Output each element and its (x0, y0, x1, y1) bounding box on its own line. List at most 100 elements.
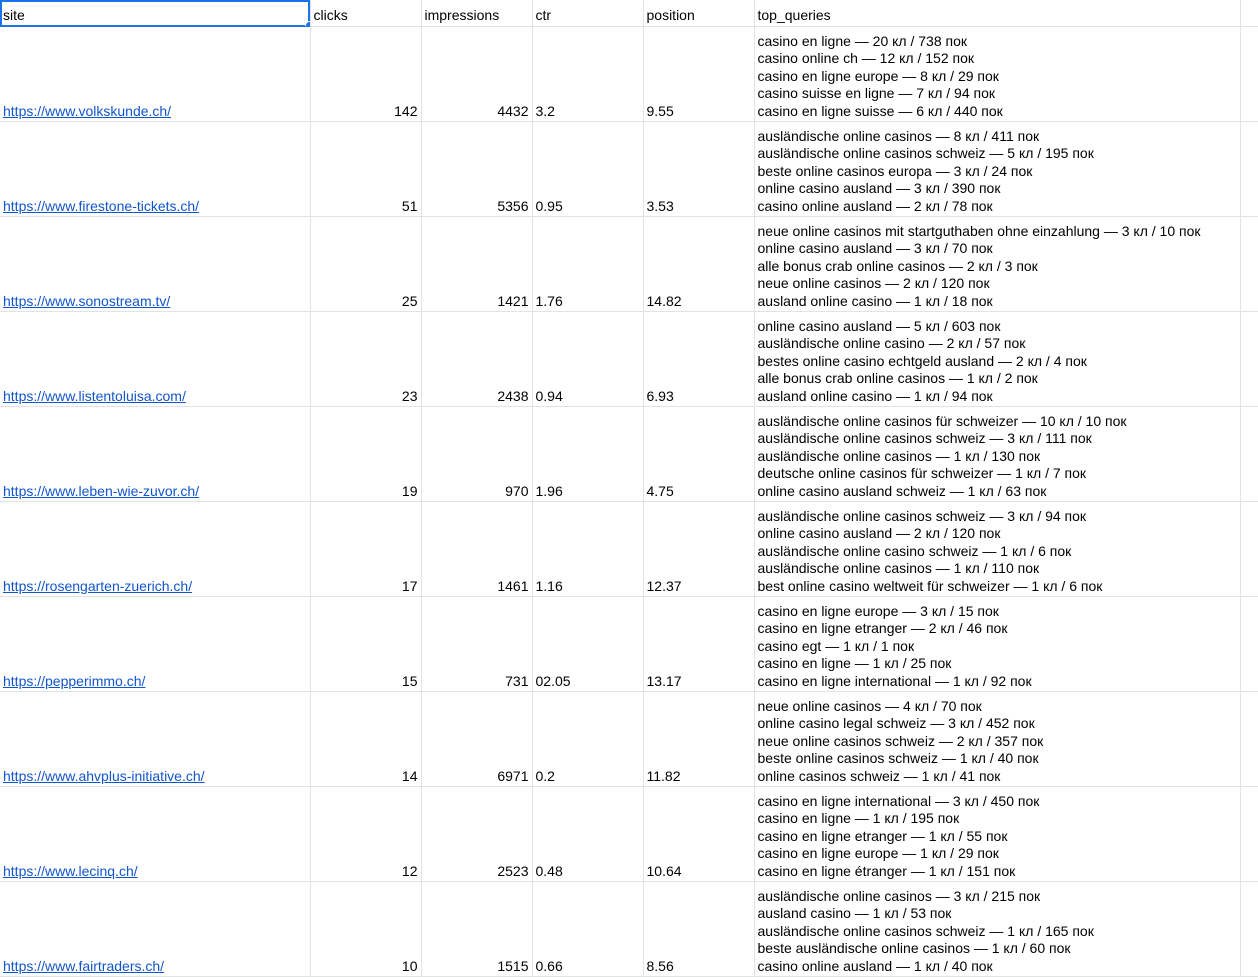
cell-impressions[interactable]: 2438 (421, 311, 533, 407)
empty-cell[interactable] (1240, 406, 1258, 502)
cell-position[interactable]: 11.82 (643, 691, 755, 787)
cell-clicks[interactable]: 19 (310, 406, 422, 502)
cell-position[interactable]: 10.64 (643, 786, 755, 882)
cell-impressions[interactable]: 731 (421, 596, 533, 692)
cell-site[interactable]: https://www.ahvplus-initiative.ch/ (0, 691, 311, 787)
cell-position[interactable]: 3.53 (643, 121, 755, 217)
empty-cell[interactable] (1240, 501, 1258, 597)
cell-impressions[interactable]: 6971 (421, 691, 533, 787)
site-link[interactable]: https://www.volkskunde.ch/ (3, 103, 171, 119)
cell-top-queries[interactable]: online casino ausland — 5 кл / 603 пок au… (754, 311, 1241, 407)
query-line: casino en ligne international — 3 кл / 4… (757, 792, 1040, 809)
cell-impressions[interactable]: 970 (421, 406, 533, 502)
query-line: neue online casinos mit startguthaben oh… (757, 222, 1201, 239)
cell-clicks[interactable]: 15 (310, 596, 422, 692)
header-cell-ctr[interactable]: ctr (532, 0, 644, 27)
cell-site[interactable]: https://www.listentoluisa.com/ (0, 311, 311, 407)
position-value: 11.82 (646, 767, 681, 784)
cell-ctr[interactable]: 0.95 (532, 121, 644, 217)
empty-cell[interactable] (1240, 311, 1258, 407)
site-link[interactable]: https://www.firestone-tickets.ch/ (3, 198, 199, 214)
cell-position[interactable]: 8.56 (643, 881, 755, 977)
header-cell-top-queries[interactable]: top_queries (754, 0, 1241, 27)
cell-ctr[interactable]: 0.66 (532, 881, 644, 977)
cell-position[interactable]: 12.37 (643, 501, 755, 597)
header-cell-site[interactable]: site (0, 0, 311, 27)
empty-cell[interactable] (1240, 691, 1258, 787)
cell-ctr[interactable]: 1.16 (532, 501, 644, 597)
cell-position[interactable]: 4.75 (643, 406, 755, 502)
header-cell-position[interactable]: position (643, 0, 755, 27)
cell-clicks[interactable]: 51 (310, 121, 422, 217)
empty-cell[interactable] (1240, 786, 1258, 882)
empty-cell[interactable] (1240, 881, 1258, 977)
cell-top-queries[interactable]: casino en ligne international — 3 кл / 4… (754, 786, 1241, 882)
cell-impressions[interactable]: 1461 (421, 501, 533, 597)
cell-top-queries[interactable]: neue online casinos mit startguthaben oh… (754, 216, 1241, 312)
query-line: casino suisse en ligne — 7 кл / 94 пок (757, 85, 996, 101)
site-link[interactable]: https://www.fairtraders.ch/ (3, 958, 164, 974)
site-link[interactable]: https://www.ahvplus-initiative.ch/ (3, 768, 205, 784)
cell-top-queries[interactable]: ausländische online casinos — 3 кл / 215… (754, 881, 1241, 977)
header-label-top-queries: top_queries (757, 6, 831, 23)
site-link[interactable]: https://www.listentoluisa.com/ (3, 388, 186, 404)
empty-cell[interactable] (1240, 26, 1258, 122)
site-link[interactable]: https://www.leben-wie-zuvor.ch/ (3, 483, 199, 499)
cell-site[interactable]: https://www.firestone-tickets.ch/ (0, 121, 311, 217)
cell-site[interactable]: https://www.leben-wie-zuvor.ch/ (0, 406, 311, 502)
header-label-site: site (3, 6, 25, 23)
cell-impressions[interactable]: 2523 (421, 786, 533, 882)
cell-impressions[interactable]: 1421 (421, 216, 533, 312)
cell-site[interactable]: https://www.lecinq.ch/ (0, 786, 311, 882)
header-cell-clicks[interactable]: clicks (310, 0, 422, 27)
site-link[interactable]: https://rosengarten-zuerich.ch/ (3, 578, 192, 594)
cell-top-queries[interactable]: ausländische online casinos — 8 кл / 411… (754, 121, 1241, 217)
ctr-value: 0.95 (535, 197, 563, 214)
impressions-value: 1461 (497, 577, 529, 594)
cell-clicks[interactable]: 14 (310, 691, 422, 787)
cell-impressions[interactable]: 5356 (421, 121, 533, 217)
cell-position[interactable]: 6.93 (643, 311, 755, 407)
cell-ctr[interactable]: 0.48 (532, 786, 644, 882)
cell-impressions[interactable]: 4432 (421, 26, 533, 122)
cell-clicks[interactable]: 17 (310, 501, 422, 597)
cell-clicks[interactable]: 25 (310, 216, 422, 312)
cell-clicks[interactable]: 142 (310, 26, 422, 122)
cell-position[interactable]: 14.82 (643, 216, 755, 312)
cell-site[interactable]: https://www.fairtraders.ch/ (0, 881, 311, 977)
cell-ctr[interactable]: 3.2 (532, 26, 644, 122)
selection-fill-handle[interactable] (304, 21, 309, 26)
cell-site[interactable]: https://www.volkskunde.ch/ (0, 26, 311, 122)
empty-cell[interactable] (1240, 0, 1258, 27)
cell-ctr[interactable]: 02.05 (532, 596, 644, 692)
cell-position[interactable]: 13.17 (643, 596, 755, 692)
position-value: 9.55 (646, 102, 674, 119)
cell-site[interactable]: https://www.sonostream.tv/ (0, 216, 311, 312)
cell-ctr[interactable]: 0.2 (532, 691, 644, 787)
header-cell-impressions[interactable]: impressions (421, 0, 533, 27)
cell-ctr[interactable]: 1.96 (532, 406, 644, 502)
query-line: neue online casinos — 4 кл / 70 пок (757, 697, 982, 714)
clicks-value: 51 (401, 197, 418, 214)
cell-site[interactable]: https://pepperimmo.ch/ (0, 596, 311, 692)
cell-top-queries[interactable]: casino en ligne europe — 3 кл / 15 пок ca… (754, 596, 1241, 692)
empty-cell[interactable] (1240, 216, 1258, 312)
site-link[interactable]: https://www.lecinq.ch/ (3, 863, 138, 879)
cell-clicks[interactable]: 12 (310, 786, 422, 882)
cell-impressions[interactable]: 1515 (421, 881, 533, 977)
cell-top-queries[interactable]: neue online casinos — 4 кл / 70 пок onlin… (754, 691, 1241, 787)
site-link[interactable]: https://pepperimmo.ch/ (3, 673, 145, 689)
cell-clicks[interactable]: 10 (310, 881, 422, 977)
cell-position[interactable]: 9.55 (643, 26, 755, 122)
site-link[interactable]: https://www.sonostream.tv/ (3, 293, 170, 309)
impressions-value: 1421 (497, 292, 529, 309)
cell-clicks[interactable]: 23 (310, 311, 422, 407)
cell-site[interactable]: https://rosengarten-zuerich.ch/ (0, 501, 311, 597)
cell-ctr[interactable]: 0.94 (532, 311, 644, 407)
cell-top-queries[interactable]: casino en ligne — 20 кл / 738 пок casino … (754, 26, 1241, 122)
empty-cell[interactable] (1240, 121, 1258, 217)
cell-top-queries[interactable]: ausländische online casinos schweiz — 3 … (754, 501, 1241, 597)
cell-top-queries[interactable]: ausländische online casinos für schweize… (754, 406, 1241, 502)
cell-ctr[interactable]: 1.76 (532, 216, 644, 312)
empty-cell[interactable] (1240, 596, 1258, 692)
